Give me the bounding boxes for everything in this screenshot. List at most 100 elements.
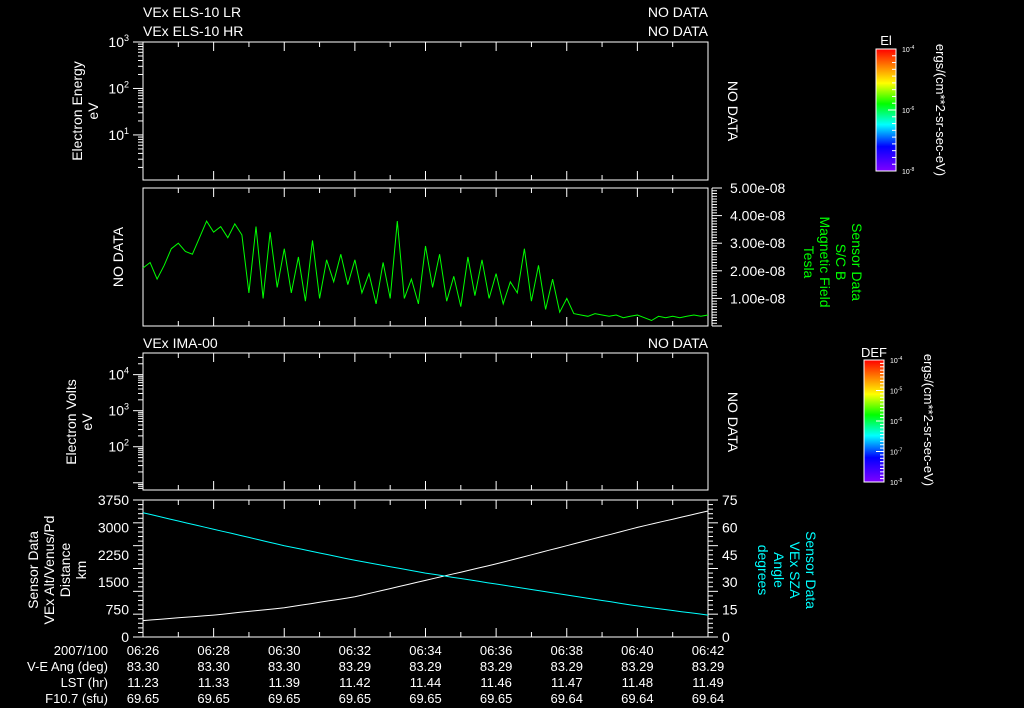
footer-cell: 83.29 bbox=[692, 659, 725, 674]
panel2-frame bbox=[142, 187, 709, 327]
panel1-nodata-lr: NO DATA bbox=[648, 4, 709, 20]
panel4-right-label: 60 bbox=[722, 519, 738, 535]
footer-cell: 83.29 bbox=[621, 659, 654, 674]
footer-cell: 69.65 bbox=[480, 691, 513, 706]
footer-cell: 06:36 bbox=[480, 643, 513, 658]
footer-cell: 83.29 bbox=[409, 659, 442, 674]
tick-base: 10 bbox=[108, 403, 124, 419]
panel2-y-label: 5.00e-08 bbox=[730, 180, 785, 196]
panel4-right-label-line: Sensor Data bbox=[803, 531, 819, 609]
panel4-right-label: 45 bbox=[722, 547, 738, 563]
panel1-ylabel: Electron Energy bbox=[69, 61, 85, 161]
tick-exp: 1 bbox=[124, 126, 129, 136]
tick-exp: 2 bbox=[124, 79, 129, 89]
tick-base: 10 bbox=[890, 450, 898, 457]
tick-exp: -5 bbox=[898, 387, 903, 393]
panel2-label-line: Sensor Data bbox=[849, 223, 865, 301]
panel3-nodata-top: NO DATA bbox=[648, 335, 709, 351]
tick-exp: -7 bbox=[898, 448, 903, 454]
footer-cell: 06:28 bbox=[197, 643, 230, 658]
panel1-y-label: 102 bbox=[108, 79, 129, 96]
tick-exp: 2 bbox=[124, 438, 129, 448]
panel1-nodata-side: NO DATA bbox=[725, 81, 741, 142]
footer-cell: 06:40 bbox=[621, 643, 654, 658]
footer-cell: 11.48 bbox=[622, 675, 654, 690]
panel2-y-label: 1.00e-08 bbox=[730, 290, 785, 306]
footer-cell: 83.29 bbox=[480, 659, 513, 674]
footer-cell: 11.23 bbox=[127, 675, 159, 690]
panel2-y-label: 2.00e-08 bbox=[730, 263, 785, 279]
tick-base: 10 bbox=[890, 419, 898, 426]
tick-exp: -6 bbox=[910, 106, 915, 112]
panel1-title-lr: VEx ELS-10 LR bbox=[143, 4, 241, 20]
colorbar1-label: 10-4 bbox=[902, 45, 914, 54]
tick-base: 10 bbox=[890, 358, 898, 365]
plot-canvas: VEx ELS-10 LR VEx ELS-10 HR NO DATA NO D… bbox=[25, 4, 948, 706]
footer-cell: 69.65 bbox=[197, 691, 230, 706]
footer-cell: 69.64 bbox=[621, 691, 654, 706]
panel1-yunit: eV bbox=[85, 102, 101, 120]
tick-exp: 3 bbox=[124, 33, 129, 43]
panel3-title: VEx IMA-00 bbox=[143, 335, 218, 351]
footer-cell: 11.39 bbox=[268, 675, 300, 690]
panel4-left-label-line: Sensor Data bbox=[25, 531, 41, 609]
tick-base: 10 bbox=[902, 108, 910, 115]
panel4-right-label: 75 bbox=[722, 492, 738, 508]
tick-base: 10 bbox=[108, 367, 124, 383]
footer-cell: 83.30 bbox=[268, 659, 301, 674]
panel1-nodata-hr: NO DATA bbox=[648, 23, 709, 39]
panel4-right-label-line: VEx SZA bbox=[787, 542, 803, 599]
tick-exp: 4 bbox=[124, 366, 129, 376]
tick-base: 10 bbox=[890, 389, 898, 396]
panel4-left-label: 1500 bbox=[98, 574, 129, 590]
footer-row-label: LST (hr) bbox=[61, 675, 108, 690]
footer-cell: 06:30 bbox=[268, 643, 301, 658]
footer-cell: 11.42 bbox=[339, 675, 371, 690]
tick-exp: -4 bbox=[898, 356, 903, 362]
footer-cell: 69.65 bbox=[409, 691, 442, 706]
panel3-ylabel: Electron Volts bbox=[63, 379, 79, 465]
panel1-y-label: 103 bbox=[108, 33, 129, 50]
panel4-right-label: 15 bbox=[722, 602, 738, 618]
tick-base: 10 bbox=[108, 127, 124, 143]
panel4-left-label: 3000 bbox=[98, 519, 129, 535]
footer-cell: 83.29 bbox=[339, 659, 372, 674]
colorbar2-title: DEF bbox=[861, 345, 887, 360]
panel4-right-label-line: Angle bbox=[771, 552, 787, 588]
tick-base: 10 bbox=[108, 439, 124, 455]
tick-exp: -8 bbox=[898, 478, 903, 484]
tick-exp: -4 bbox=[910, 45, 915, 51]
panel4-frame bbox=[142, 499, 709, 638]
panel2-label-line: Magnetic Field bbox=[817, 216, 833, 307]
tick-base: 10 bbox=[902, 169, 910, 176]
colorbar2-unit: ergs/(cm**2-sr-sec-eV) bbox=[921, 354, 936, 486]
panel4-right-label: Sensor DataVEx SZAAngledegrees bbox=[755, 531, 819, 609]
panel2-y-label: 3.00e-08 bbox=[730, 235, 785, 251]
footer-cell: 69.64 bbox=[550, 691, 583, 706]
footer-cell: 11.46 bbox=[480, 675, 512, 690]
colorbar2-label: 10-7 bbox=[890, 448, 902, 457]
panel3-nodata-side: NO DATA bbox=[725, 392, 741, 453]
panel4-left-label-line: km bbox=[73, 561, 89, 580]
footer-cell: 69.65 bbox=[339, 691, 372, 706]
footer-cell: 83.30 bbox=[197, 659, 230, 674]
panel4-left-label: 750 bbox=[106, 602, 130, 618]
footer-cell: 11.33 bbox=[198, 675, 230, 690]
panel4-left-label: 2250 bbox=[98, 547, 129, 563]
footer-cell: 83.29 bbox=[550, 659, 583, 674]
panel2-label: Sensor DataS/C BMagnetic FieldTesla bbox=[801, 216, 865, 307]
panel4-left-label-line: Distance bbox=[57, 543, 73, 598]
panel4-left-label: 3750 bbox=[98, 492, 129, 508]
footer-cell: 06:42 bbox=[692, 643, 725, 658]
tick-base: 10 bbox=[108, 34, 124, 50]
sza-line bbox=[142, 512, 709, 616]
footer-row-label: F10.7 (sfu) bbox=[45, 691, 108, 706]
footer-cell: 11.49 bbox=[692, 675, 724, 690]
footer-cell: 06:26 bbox=[127, 643, 160, 658]
magnetic-field-line bbox=[142, 220, 709, 322]
footer-cell: 06:34 bbox=[409, 643, 442, 658]
colorbar2-label: 10-5 bbox=[890, 387, 902, 396]
panel3-frame bbox=[142, 352, 709, 491]
colorbar1-label: 10-6 bbox=[902, 106, 914, 115]
colorbar2-label: 10-4 bbox=[890, 356, 902, 365]
